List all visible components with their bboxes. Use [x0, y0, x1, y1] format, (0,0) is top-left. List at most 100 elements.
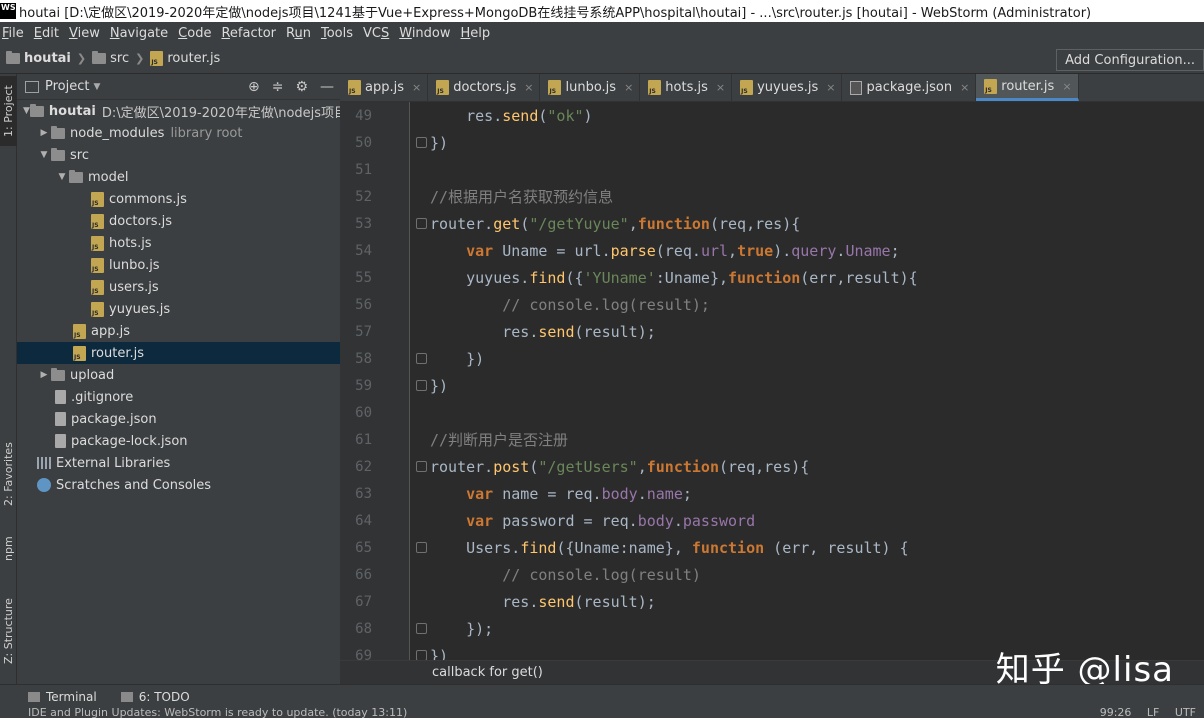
tree-router-js[interactable]: router.js	[17, 342, 340, 364]
nav-project[interactable]: houtai	[6, 51, 71, 66]
code-text[interactable]: })	[430, 377, 448, 395]
code-text[interactable]: })	[430, 350, 484, 368]
menu-navigate[interactable]: Navigate	[108, 26, 174, 41]
tree-model-file[interactable]: yuyues.js	[17, 298, 340, 320]
tree-package-lock[interactable]: package-lock.json	[17, 430, 340, 452]
dropdown-arrow-icon[interactable]: ▼	[93, 82, 100, 92]
code-text[interactable]: Users.find({Uname:name}, function (err, …	[430, 539, 909, 557]
code-text[interactable]: });	[430, 620, 493, 638]
menu-code[interactable]: Code	[176, 26, 217, 41]
fold-marker-icon[interactable]	[416, 623, 427, 634]
code-line[interactable]: 56 // console.log(result);	[340, 291, 1204, 318]
code-line[interactable]: 51	[340, 156, 1204, 183]
tree-upload[interactable]: ▶ upload	[17, 364, 340, 386]
code-line[interactable]: 50})	[340, 129, 1204, 156]
favorites-tool-button[interactable]: 2: Favorites	[0, 434, 17, 514]
tab-router-js[interactable]: router.js ×	[976, 74, 1079, 101]
tree-scratches[interactable]: Scratches and Consoles	[17, 474, 340, 496]
add-configuration-button[interactable]: Add Configuration...	[1056, 49, 1204, 71]
close-tab-icon[interactable]: ×	[412, 81, 421, 94]
code-line[interactable]: 53 router.get("/getYuyue",function(req,re…	[340, 210, 1204, 237]
hide-panel-icon[interactable]: —	[320, 79, 334, 95]
expand-arrow-icon[interactable]: ▼	[55, 172, 69, 182]
code-text[interactable]: res.send("ok")	[430, 107, 592, 125]
fold-marker-icon[interactable]	[416, 218, 427, 229]
close-tab-icon[interactable]: ×	[826, 81, 835, 94]
fold-marker-icon[interactable]	[416, 650, 427, 660]
fold-marker-icon[interactable]	[416, 137, 427, 148]
code-line[interactable]: 63 var name = req.body.name;	[340, 480, 1204, 507]
expand-arrow-icon[interactable]: ▼	[37, 150, 51, 160]
file-encoding[interactable]: UTF	[1175, 708, 1196, 718]
code-line[interactable]: 57 res.send(result);	[340, 318, 1204, 345]
locate-file-icon[interactable]: ⊕	[248, 79, 260, 95]
close-tab-icon[interactable]: ×	[624, 81, 633, 94]
project-tool-button[interactable]: 1: Project	[0, 76, 17, 146]
npm-tool-button[interactable]: npm	[0, 529, 17, 569]
todo-button[interactable]: 6: TODO	[120, 690, 190, 704]
code-text[interactable]: router.get("/getYuyue",function(req,res)…	[430, 215, 800, 233]
fold-marker-icon[interactable]	[416, 353, 427, 364]
code-line[interactable]: 52 //根据用户名获取预约信息	[340, 183, 1204, 210]
expand-arrow-icon[interactable]: ▼	[23, 106, 30, 116]
code-text[interactable]: res.send(result);	[430, 323, 656, 341]
menu-refactor[interactable]: Refactor	[219, 26, 282, 41]
code-line[interactable]: 65 Users.find({Uname:name}, function (er…	[340, 534, 1204, 561]
code-text[interactable]: // console.log(result)	[430, 566, 701, 584]
collapse-arrow-icon[interactable]: ▶	[37, 370, 51, 380]
code-line[interactable]: 59})	[340, 372, 1204, 399]
menu-tools[interactable]: Tools	[319, 26, 359, 41]
menu-window[interactable]: Window	[397, 26, 456, 41]
code-line[interactable]: 64 var password = req.body.password	[340, 507, 1204, 534]
code-text[interactable]: var name = req.body.name;	[430, 485, 692, 503]
tree-root[interactable]: ▼ houtai D:\定做区\2019-2020年定做\nodejs项目\12…	[17, 100, 340, 122]
collapse-all-icon[interactable]: ≑	[272, 79, 284, 95]
terminal-button[interactable]: Terminal	[28, 690, 97, 704]
project-panel-title[interactable]: Project	[45, 79, 89, 94]
tree-external-libraries[interactable]: External Libraries	[17, 452, 340, 474]
tree-src[interactable]: ▼ src	[17, 144, 340, 166]
tab-yuyues-js[interactable]: yuyues.js ×	[732, 74, 843, 101]
nav-file[interactable]: router.js	[150, 51, 220, 66]
status-message[interactable]: IDE and Plugin Updates: WebStorm is read…	[28, 708, 407, 718]
code-text[interactable]: var Uname = url.parse(req.url,true).quer…	[430, 242, 900, 260]
structure-tool-button[interactable]: Z: Structure	[0, 589, 17, 674]
code-text[interactable]: var password = req.body.password	[430, 512, 755, 530]
tree-model-file[interactable]: commons.js	[17, 188, 340, 210]
collapse-arrow-icon[interactable]: ▶	[37, 128, 51, 138]
code-line[interactable]: 61 //判断用户是否注册	[340, 426, 1204, 453]
close-tab-icon[interactable]: ×	[960, 81, 969, 94]
menu-help[interactable]: Help	[459, 26, 497, 41]
tree-model-file[interactable]: hots.js	[17, 232, 340, 254]
tab-app-js[interactable]: app.js ×	[340, 74, 429, 101]
close-tab-icon[interactable]: ×	[524, 81, 533, 94]
code-line[interactable]: 49 res.send("ok")	[340, 102, 1204, 129]
code-text[interactable]: })	[430, 134, 448, 152]
menu-edit[interactable]: Edit	[32, 26, 65, 41]
code-line[interactable]: 67 res.send(result);	[340, 588, 1204, 615]
code-text[interactable]: //根据用户名获取预约信息	[430, 186, 613, 207]
tab-lunbo-js[interactable]: lunbo.js ×	[540, 74, 641, 101]
tree-gitignore[interactable]: .gitignore	[17, 386, 340, 408]
tree-node-modules[interactable]: ▶ node_modules library root	[17, 122, 340, 144]
menu-run[interactable]: Run	[284, 26, 317, 41]
cursor-position[interactable]: 99:26	[1100, 708, 1132, 718]
code-text[interactable]: router.post("/getUsers",function(req,res…	[430, 458, 809, 476]
tree-model-file[interactable]: users.js	[17, 276, 340, 298]
menu-file[interactable]: File	[0, 26, 30, 41]
close-tab-icon[interactable]: ×	[1062, 80, 1071, 93]
code-line[interactable]: 66 // console.log(result)	[340, 561, 1204, 588]
fold-marker-icon[interactable]	[416, 461, 427, 472]
menu-vcs[interactable]: VCS	[361, 26, 395, 41]
tree-model[interactable]: ▼ model	[17, 166, 340, 188]
tab-hots-js[interactable]: hots.js ×	[640, 74, 733, 101]
code-text[interactable]: //判断用户是否注册	[430, 429, 568, 450]
code-line[interactable]: 58 })	[340, 345, 1204, 372]
tree-package-json[interactable]: package.json	[17, 408, 340, 430]
fold-marker-icon[interactable]	[416, 380, 427, 391]
line-separator[interactable]: LF	[1147, 708, 1159, 718]
tree-model-file[interactable]: doctors.js	[17, 210, 340, 232]
gear-icon[interactable]: ⚙	[295, 79, 308, 95]
tab-doctors-js[interactable]: doctors.js ×	[428, 74, 541, 101]
code-line[interactable]: 54 var Uname = url.parse(req.url,true).q…	[340, 237, 1204, 264]
